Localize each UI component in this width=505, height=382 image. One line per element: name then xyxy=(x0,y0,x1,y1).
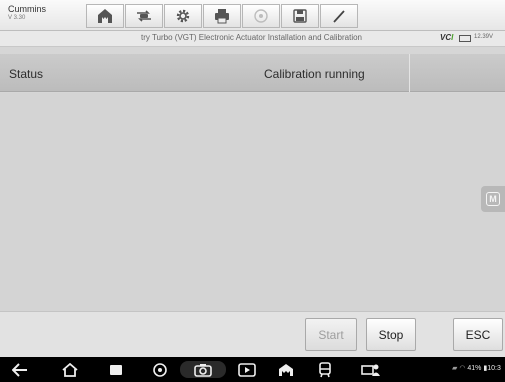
screenshot-icon[interactable] xyxy=(236,361,258,378)
camera-icon[interactable] xyxy=(180,361,226,378)
status-label: Status xyxy=(9,67,44,81)
status-row: Status Calibration running xyxy=(0,54,505,92)
home-button[interactable] xyxy=(86,4,124,28)
wifi-icon: ▰ ◠ xyxy=(452,365,468,372)
toolbar-buttons xyxy=(86,4,359,28)
main-content xyxy=(0,93,505,311)
vci-indicator: VCI xyxy=(440,33,454,42)
function-title: try Turbo (VGT) Electronic Actuator Inst… xyxy=(141,33,362,42)
settings-button[interactable] xyxy=(164,4,202,28)
start-button[interactable]: Start xyxy=(305,318,357,351)
help-button[interactable] xyxy=(242,4,280,28)
help-icon xyxy=(254,9,268,23)
action-bar: Start Stop ESC xyxy=(0,311,505,357)
esc-button[interactable]: ESC xyxy=(453,318,503,351)
save-icon xyxy=(293,9,307,23)
nav-home-icon[interactable] xyxy=(60,361,80,378)
clock: 10:3 xyxy=(487,365,501,372)
print-button[interactable] xyxy=(203,4,241,28)
recent-apps-icon[interactable] xyxy=(106,361,126,378)
app-screen: Cummins V 3.30 try Turbo (VGT) Electroni… xyxy=(0,0,505,382)
vci-icon[interactable] xyxy=(315,361,335,378)
printer-icon xyxy=(215,9,229,24)
annotate-button[interactable] xyxy=(320,4,358,28)
vehicle-swap-icon xyxy=(137,10,151,22)
status-value: Calibration running xyxy=(264,67,365,81)
back-icon[interactable] xyxy=(10,361,30,378)
brand-block: Cummins V 3.30 xyxy=(8,4,68,22)
system-status-tray: ▰ ◠ 41% ▮10:3 xyxy=(452,364,501,372)
side-menu-tab[interactable]: M xyxy=(481,186,505,212)
battery-icon xyxy=(459,35,471,42)
browser-icon[interactable] xyxy=(150,361,170,378)
menu-tab-icon: M xyxy=(486,192,500,206)
function-title-bar: try Turbo (VGT) Electronic Actuator Inst… xyxy=(0,31,505,47)
save-button[interactable] xyxy=(281,4,319,28)
system-navigation-bar: ▰ ◠ 41% ▮10:3 xyxy=(0,357,505,382)
remote-desktop-icon[interactable] xyxy=(360,361,382,378)
pen-icon xyxy=(333,10,345,23)
top-toolbar: Cummins V 3.30 xyxy=(0,0,505,31)
brand-name: Cummins xyxy=(8,4,47,14)
brand-version: V 3.30 xyxy=(8,15,26,21)
battery-percent: 41% xyxy=(467,365,482,372)
vehicle-home-icon[interactable] xyxy=(276,361,296,378)
stop-button[interactable]: Stop xyxy=(366,318,416,351)
voltage-reading: 12.39V xyxy=(474,34,494,40)
vehicle-swap-button[interactable] xyxy=(125,4,163,28)
home-icon xyxy=(98,9,112,23)
settings-gear-icon xyxy=(176,9,190,23)
column-divider xyxy=(409,54,410,92)
